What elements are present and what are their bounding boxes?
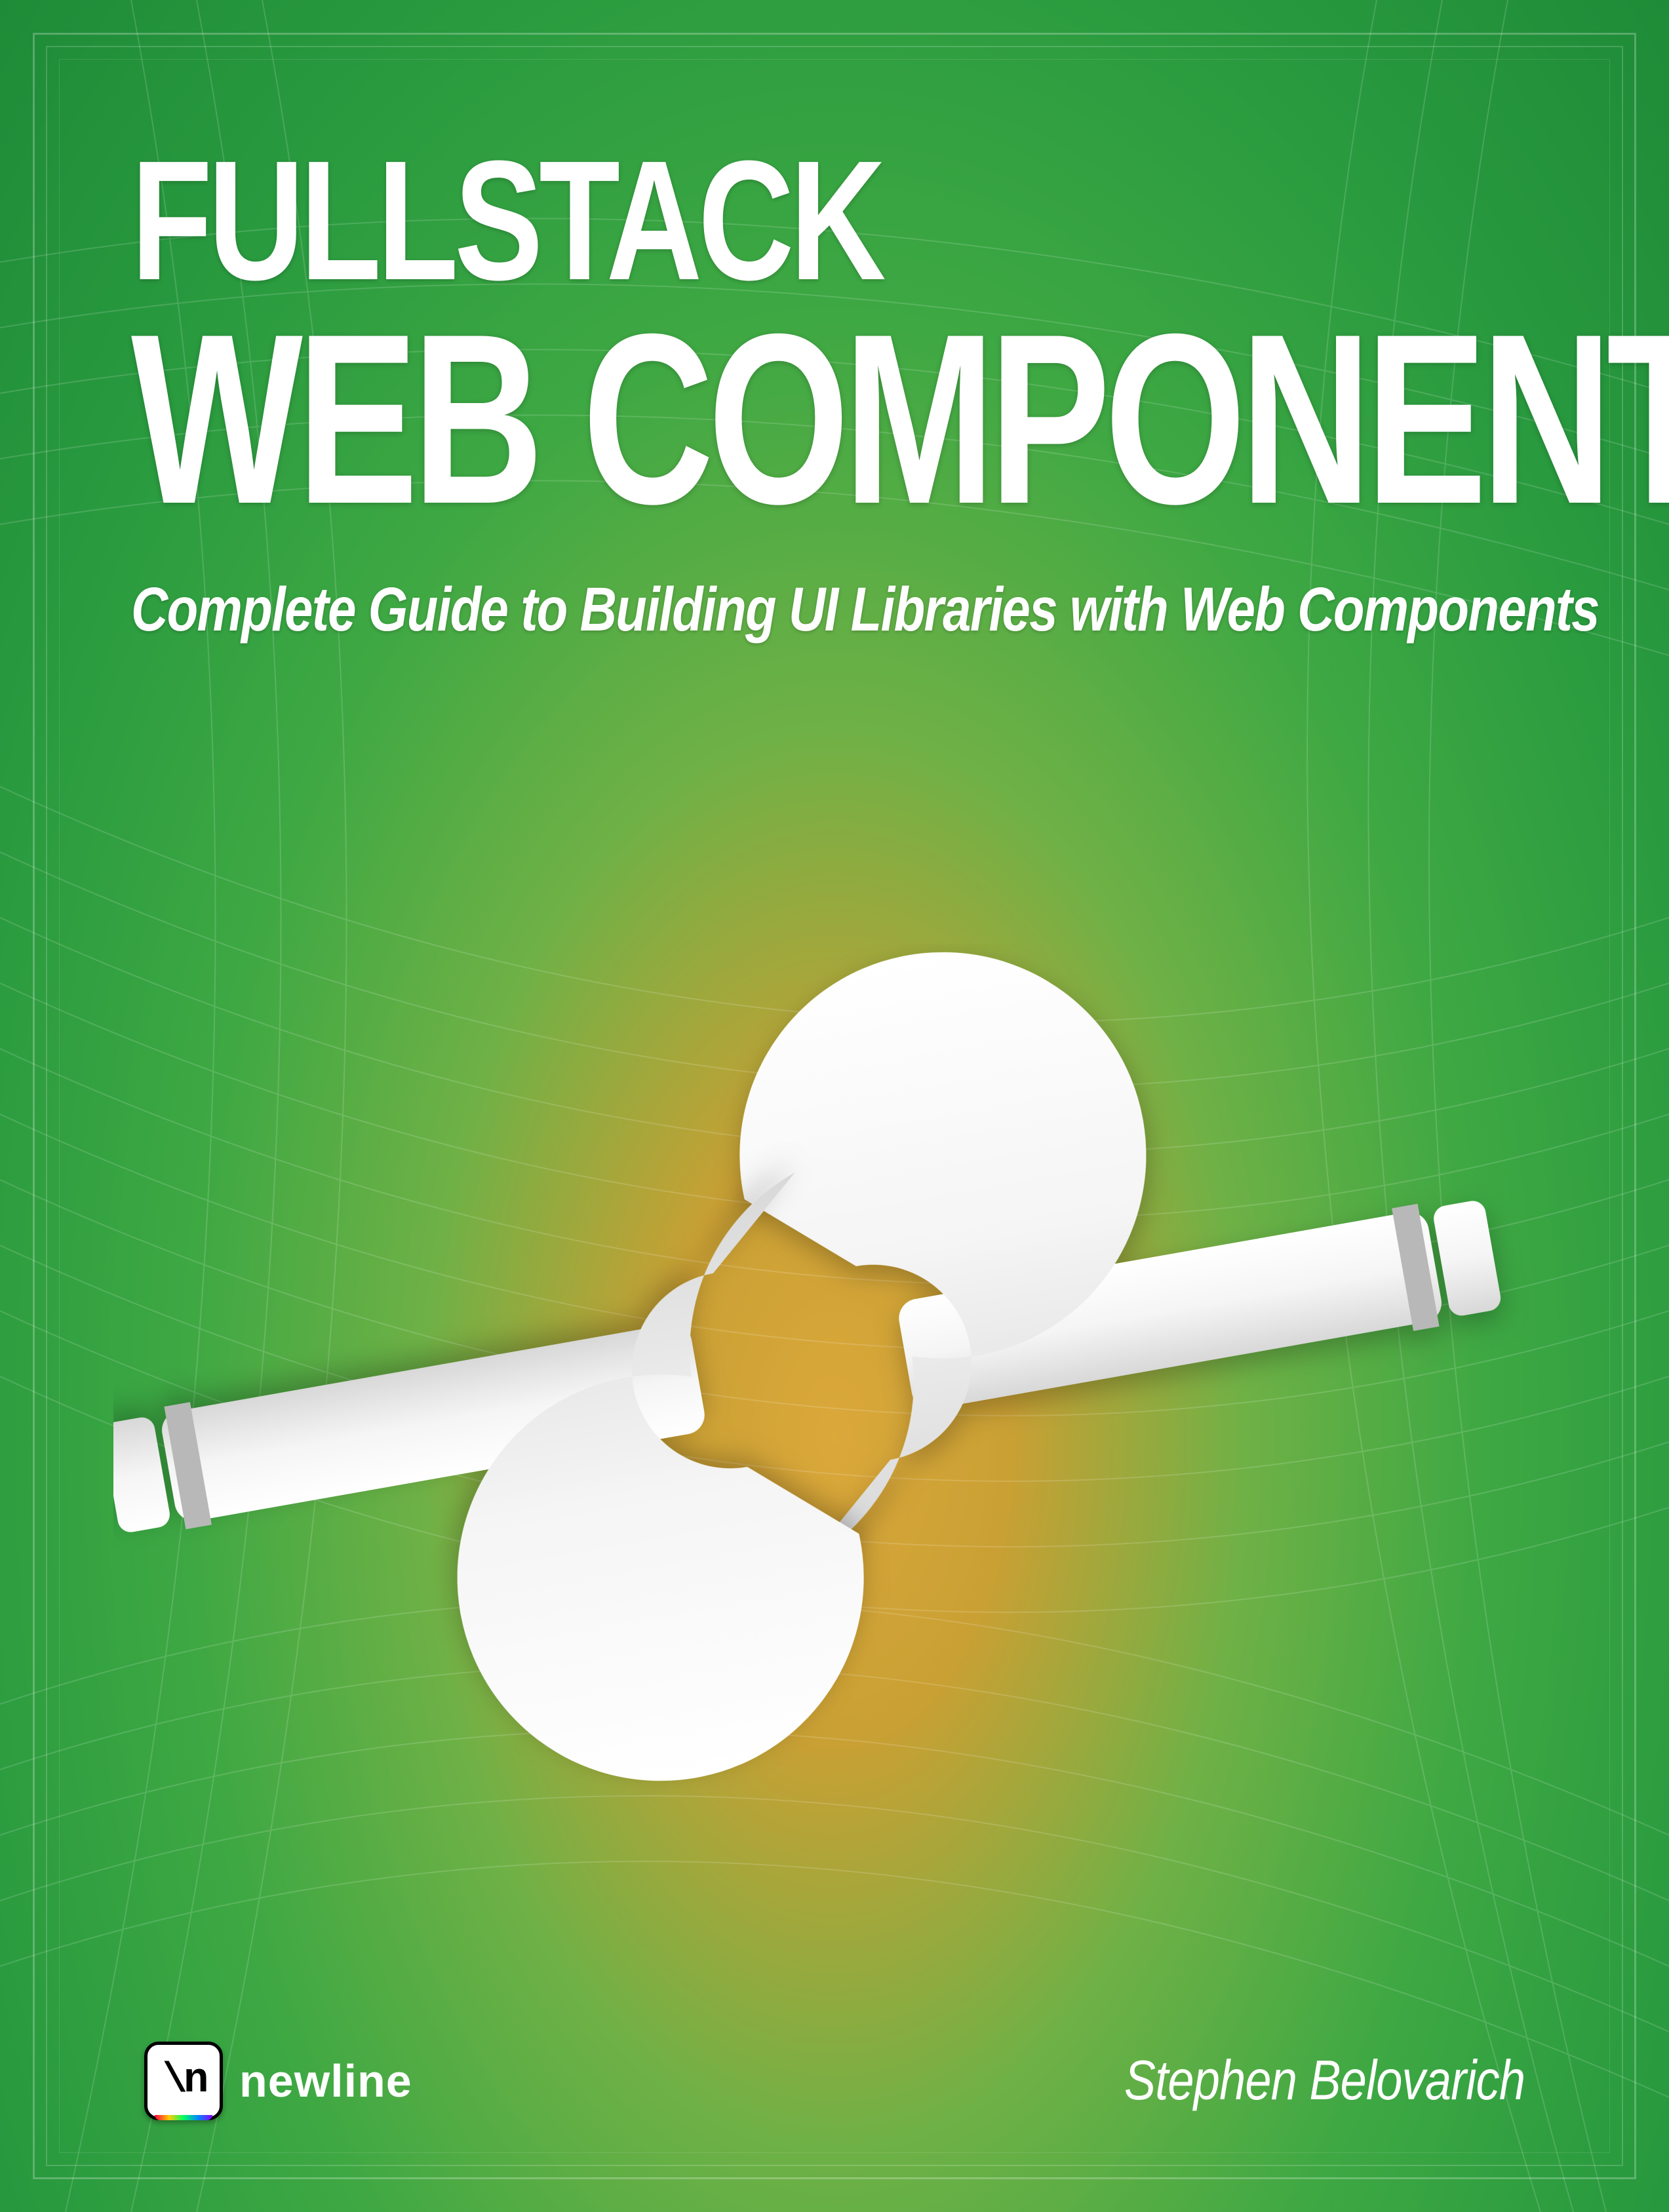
- publisher-logo-icon: \n: [144, 2042, 223, 2120]
- book-cover: FULLSTACK WEB COMPONENTS Complete Guide …: [0, 0, 1669, 2212]
- publisher-name: newline: [239, 2055, 412, 2107]
- publisher-logo-symbol: \n: [163, 2057, 205, 2105]
- publisher-block: \n newline: [144, 2042, 412, 2120]
- cover-illustration: [66, 698, 1603, 2042]
- cover-footer: \n newline Stephen Belovarich: [131, 2042, 1538, 2120]
- title-line-2: WEB COMPONENTS: [131, 304, 1187, 535]
- subtitle: Complete Guide to Building UI Libraries …: [131, 574, 1285, 646]
- interlocking-wrenches-icon: [113, 944, 1556, 1796]
- author-name: Stephen Belovarich: [1124, 2049, 1525, 2113]
- title-line-1: FULLSTACK: [131, 144, 1228, 298]
- cover-content: FULLSTACK WEB COMPONENTS Complete Guide …: [0, 0, 1669, 2212]
